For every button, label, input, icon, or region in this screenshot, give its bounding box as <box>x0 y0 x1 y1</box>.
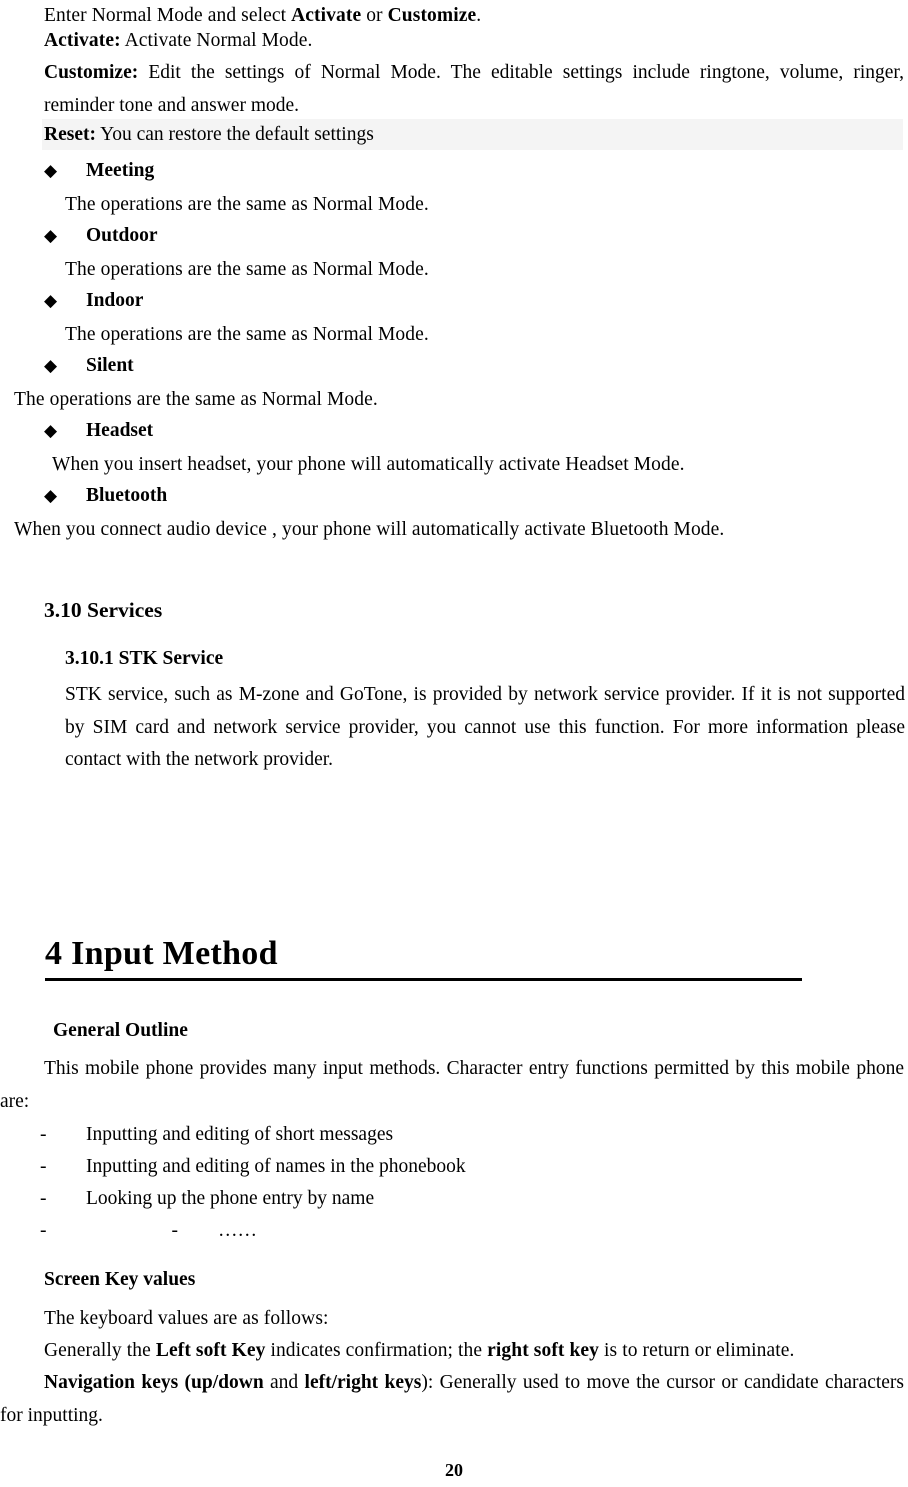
intro-suffix: . <box>476 5 482 26</box>
outline-list-item-2: - Inputting and editing of names in the p… <box>40 1151 466 1183</box>
dash-marker-secondary: - <box>171 1220 179 1241</box>
customize-label: Customize: <box>44 62 139 83</box>
chapter-title-block: 4 Input Method <box>45 933 802 981</box>
mode-item-meeting: ◆ Meeting <box>44 156 154 186</box>
intro-bold-activate: Activate <box>291 5 362 26</box>
mode-name-meeting: Meeting <box>86 160 155 181</box>
mode-name-outdoor: Outdoor <box>86 225 158 246</box>
general-outline-intro: This mobile phone provides many input me… <box>0 1058 904 1112</box>
mode-item-bluetooth: ◆ Bluetooth <box>44 481 167 511</box>
mode-name-silent: Silent <box>86 355 134 376</box>
dash-marker: - <box>40 1188 47 1209</box>
mode-name-bluetooth: Bluetooth <box>86 485 168 506</box>
reset-text: You can restore the default settings <box>95 124 374 145</box>
diamond-bullet-icon: ◆ <box>44 486 58 506</box>
intro-middle: or <box>361 5 388 26</box>
outline-item-text: Inputting and editing of short messages <box>86 1124 394 1145</box>
heading-screen-key-values: Screen Key values <box>44 1269 196 1290</box>
page-number: 20 <box>445 1460 463 1480</box>
mode-item-silent: ◆ Silent <box>44 351 134 381</box>
right-soft-key-bold: right soft key <box>487 1340 600 1361</box>
dash-marker: - <box>40 1156 47 1177</box>
diamond-bullet-icon: ◆ <box>44 356 58 376</box>
mode-desc-headset: When you insert headset, your phone will… <box>52 454 685 475</box>
nav-keys-bold-leftright: left/right keys <box>304 1372 422 1393</box>
outline-list-item-1: - Inputting and editing of short messages <box>40 1119 393 1151</box>
mode-desc-meeting: The operations are the same as Normal Mo… <box>65 194 429 215</box>
outline-item-text: Inputting and editing of names in the ph… <box>86 1156 466 1177</box>
intro-bold-customize: Customize <box>387 5 477 26</box>
keyboard-values-line: The keyboard values are as follows: <box>44 1308 329 1329</box>
stk-service-body: STK service, such as M-zone and GoTone, … <box>65 684 905 770</box>
dash-marker: - <box>40 1220 47 1241</box>
mode-name-headset: Headset <box>86 420 154 441</box>
nav-keys-plain-and: and <box>263 1372 305 1393</box>
diamond-bullet-icon: ◆ <box>44 161 58 181</box>
mode-name-indoor: Indoor <box>86 290 144 311</box>
customize-paragraph: Customize: Edit the settings of Normal M… <box>44 57 904 122</box>
reset-line: Reset: You can restore the default setti… <box>44 119 374 150</box>
activate-label: Activate: <box>44 30 121 51</box>
nav-keys-bold-updown: up/down <box>191 1372 264 1393</box>
outline-list-item-3: - Looking up the phone entry by name <box>40 1183 374 1215</box>
customize-text: Edit the settings of Normal Mode. The ed… <box>44 62 904 116</box>
outline-item-text: Looking up the phone entry by name <box>86 1188 375 1209</box>
reset-label: Reset: <box>44 124 96 145</box>
diamond-bullet-icon: ◆ <box>44 291 58 311</box>
mode-desc-silent: The operations are the same as Normal Mo… <box>14 389 378 410</box>
mode-desc-indoor: The operations are the same as Normal Mo… <box>65 324 429 345</box>
document-page: Enter Normal Mode and select Activate or… <box>0 0 908 1487</box>
heading-general-outline: General Outline <box>53 1020 188 1041</box>
outline-list-item-ellipsis: - - …… <box>40 1215 257 1247</box>
subsection-heading-stk-service: 3.10.1 STK Service <box>65 648 224 669</box>
soft-key-suffix: is to return or eliminate. <box>599 1340 795 1361</box>
diamond-bullet-icon: ◆ <box>44 226 58 246</box>
chapter-title-input-method: 4 Input Method <box>45 935 278 972</box>
activate-text: Activate Normal Mode. <box>120 30 313 51</box>
intro-prefix: Enter Normal Mode and select <box>44 5 292 26</box>
mode-item-headset: ◆ Headset <box>44 416 153 446</box>
activate-line: Activate: Activate Normal Mode. <box>44 25 312 57</box>
soft-key-prefix: Generally the <box>44 1340 156 1361</box>
outline-ellipsis: …… <box>218 1220 257 1241</box>
soft-key-line: Generally the Left soft Key indicates co… <box>44 1335 795 1367</box>
mode-item-indoor: ◆ Indoor <box>44 286 143 316</box>
mode-desc-bluetooth: When you connect audio device , your pho… <box>14 519 725 540</box>
soft-key-middle: indicates confirmation; the <box>265 1340 488 1361</box>
diamond-bullet-icon: ◆ <box>44 421 58 441</box>
dash-marker: - <box>40 1124 47 1145</box>
navigation-keys-paragraph: Navigation keys (up/down and left/right … <box>0 1367 904 1432</box>
section-heading-services: 3.10 Services <box>44 598 163 622</box>
nav-keys-bold-1: Navigation keys ( <box>44 1372 192 1393</box>
mode-item-outdoor: ◆ Outdoor <box>44 221 158 251</box>
left-soft-key-bold: Left soft Key <box>155 1340 266 1361</box>
mode-desc-outdoor: The operations are the same as Normal Mo… <box>65 259 429 280</box>
